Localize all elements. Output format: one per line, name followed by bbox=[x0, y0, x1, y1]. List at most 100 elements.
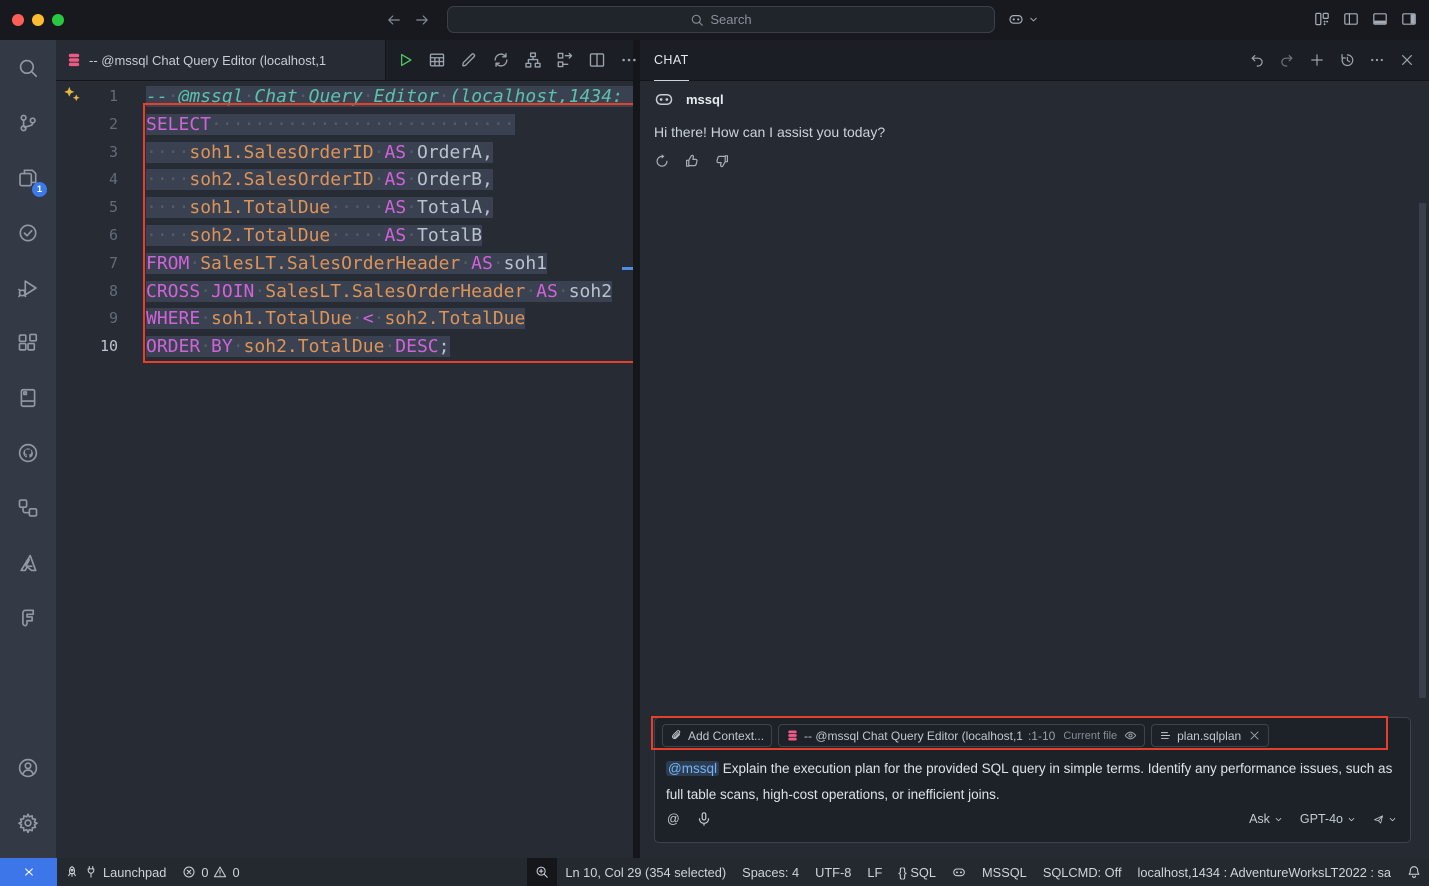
tab-mssql-chat-query-editor[interactable]: -- @mssql Chat Query Editor (localhost,1 bbox=[56, 40, 386, 80]
status-launchpad[interactable]: Launchpad bbox=[57, 858, 174, 886]
tab-chat[interactable]: CHAT bbox=[654, 40, 689, 81]
chat-body: mssql Hi there! How can I assist you tod… bbox=[640, 81, 1429, 858]
thumbs-up-button[interactable] bbox=[684, 153, 700, 169]
chat-input[interactable]: @mssql Explain the execution plan for th… bbox=[655, 753, 1410, 809]
send-button[interactable] bbox=[1373, 814, 1398, 825]
status-encoding[interactable]: UTF-8 bbox=[807, 858, 859, 886]
new-chat-icon bbox=[1309, 52, 1325, 68]
activity-item-azure[interactable] bbox=[4, 535, 52, 590]
activity-item-source-control[interactable] bbox=[4, 95, 52, 150]
code-line-4: 4····soh2.SalesOrderID·AS·OrderB, bbox=[56, 166, 633, 194]
activity-item-account[interactable] bbox=[4, 740, 52, 795]
mssql-mention[interactable]: @mssql bbox=[666, 761, 719, 776]
status-eol[interactable]: LF bbox=[859, 858, 890, 886]
remote-explorer-icon bbox=[17, 497, 39, 519]
open-results-button[interactable] bbox=[426, 49, 448, 71]
actual-plan-button[interactable] bbox=[554, 49, 576, 71]
code-editor[interactable]: 1--·@mssql·Chat·Query·Editor·(localhost,… bbox=[56, 81, 633, 858]
history-button[interactable] bbox=[1339, 52, 1355, 68]
status-problems[interactable]: 00 bbox=[174, 858, 247, 886]
model-picker[interactable]: GPT-4o bbox=[1300, 812, 1357, 826]
status-notifications[interactable] bbox=[1399, 858, 1429, 886]
testing-icon bbox=[17, 222, 39, 244]
warning-icon bbox=[213, 865, 227, 879]
status-mssql[interactable]: MSSQL bbox=[974, 858, 1035, 886]
code-line-8: 8CROSS·JOIN·SalesLT.SalesOrderHeader·AS·… bbox=[56, 278, 633, 306]
mention-button[interactable]: @ bbox=[667, 812, 680, 826]
zoom-window-button[interactable] bbox=[52, 14, 64, 26]
status-remote-indicator[interactable] bbox=[0, 858, 57, 886]
redo-button[interactable] bbox=[1279, 52, 1295, 68]
status-text: Spaces: 4 bbox=[742, 865, 799, 880]
status-zoom-indicator[interactable] bbox=[527, 858, 557, 886]
layout-panel-icon[interactable] bbox=[1372, 11, 1388, 27]
split-editor-button[interactable] bbox=[586, 49, 608, 71]
activity-item-search[interactable] bbox=[4, 40, 52, 95]
activity-item-copilot-edits[interactable]: 1 bbox=[4, 150, 52, 205]
copilot-menu[interactable] bbox=[1008, 11, 1040, 27]
close-panel-button[interactable] bbox=[1399, 52, 1415, 68]
context-chip-current-file-context[interactable]: -- @mssql Chat Query Editor (localhost,1… bbox=[778, 724, 1145, 747]
chat-toolbar bbox=[1249, 52, 1415, 68]
navigate-back-icon[interactable] bbox=[386, 12, 402, 28]
new-chat-button[interactable] bbox=[1309, 52, 1325, 68]
mode-picker[interactable]: Ask bbox=[1249, 812, 1284, 826]
status-cursor-position[interactable]: Ln 10, Col 29 (354 selected) bbox=[557, 858, 734, 886]
layout-right-icon[interactable] bbox=[1401, 11, 1417, 27]
database-icon bbox=[786, 729, 799, 742]
microphone-button[interactable] bbox=[696, 811, 712, 827]
status-text: Launchpad bbox=[103, 865, 166, 880]
run-query-button[interactable] bbox=[394, 49, 416, 71]
status-connection[interactable]: localhost,1434 : AdventureWorksLT2022 : … bbox=[1130, 858, 1399, 886]
line-number: 9 bbox=[56, 305, 118, 333]
activity-item-extensions[interactable] bbox=[4, 315, 52, 370]
line-number: 3 bbox=[56, 139, 118, 167]
navigate-forward-icon[interactable] bbox=[414, 12, 430, 28]
undo-button[interactable] bbox=[1249, 52, 1265, 68]
chevron-down-icon bbox=[1273, 814, 1284, 825]
status-copilot-status[interactable] bbox=[944, 858, 974, 886]
status-indentation[interactable]: Spaces: 4 bbox=[734, 858, 807, 886]
extensions-icon bbox=[17, 332, 39, 354]
chip-label: plan.sqlplan bbox=[1177, 729, 1241, 743]
overview-cursor-marker bbox=[622, 267, 633, 270]
zoom-in-icon bbox=[535, 865, 549, 879]
model-label: GPT-4o bbox=[1300, 812, 1343, 826]
thumbs-down-icon bbox=[714, 153, 730, 169]
context-chip-add-context[interactable]: Add Context... bbox=[662, 724, 772, 747]
close-icon[interactable] bbox=[1248, 729, 1261, 742]
retry-icon bbox=[654, 153, 670, 169]
retry-button[interactable] bbox=[654, 153, 670, 169]
code-text: SELECT···························· bbox=[146, 111, 515, 139]
change-connection-button[interactable] bbox=[490, 49, 512, 71]
code-text: --·@mssql·Chat·Query·Editor·(localhost,1… bbox=[146, 83, 633, 111]
command-center-search[interactable]: Search bbox=[447, 6, 995, 33]
status-language-mode[interactable]: {} SQL bbox=[890, 858, 944, 886]
actual-plan-icon bbox=[556, 51, 574, 69]
layout-left-icon[interactable] bbox=[1343, 11, 1359, 27]
activity-item-github[interactable] bbox=[4, 425, 52, 480]
status-sqlcmd[interactable]: SQLCMD: Off bbox=[1035, 858, 1130, 886]
brush-button[interactable] bbox=[458, 49, 480, 71]
more-actions-button[interactable] bbox=[618, 49, 640, 71]
minimize-window-button[interactable] bbox=[32, 14, 44, 26]
estimated-plan-button[interactable] bbox=[522, 49, 544, 71]
activity-item-notebook[interactable] bbox=[4, 370, 52, 425]
eye-icon[interactable] bbox=[1124, 729, 1137, 742]
open-results-icon bbox=[428, 51, 446, 69]
activity-item-run-debug[interactable] bbox=[4, 260, 52, 315]
chat-scrollbar[interactable] bbox=[1419, 203, 1426, 698]
close-window-button[interactable] bbox=[12, 14, 24, 26]
thumbs-down-button[interactable] bbox=[714, 153, 730, 169]
status-text: {} SQL bbox=[898, 865, 936, 880]
layout-custom-icon[interactable] bbox=[1314, 11, 1330, 27]
activity-item-remote-explorer[interactable] bbox=[4, 480, 52, 535]
context-chip-plan-sqlplan-context[interactable]: plan.sqlplan bbox=[1151, 724, 1269, 747]
run-debug-icon bbox=[17, 277, 39, 299]
code-text: CROSS·JOIN·SalesLT.SalesOrderHeader·AS·s… bbox=[146, 278, 612, 306]
activity-item-fabric[interactable] bbox=[4, 590, 52, 645]
activity-item-settings[interactable] bbox=[4, 795, 52, 850]
code-text: ····soh2.TotalDue·····AS·TotalB bbox=[146, 222, 482, 250]
more-actions-button[interactable] bbox=[1369, 52, 1385, 68]
activity-item-testing[interactable] bbox=[4, 205, 52, 260]
